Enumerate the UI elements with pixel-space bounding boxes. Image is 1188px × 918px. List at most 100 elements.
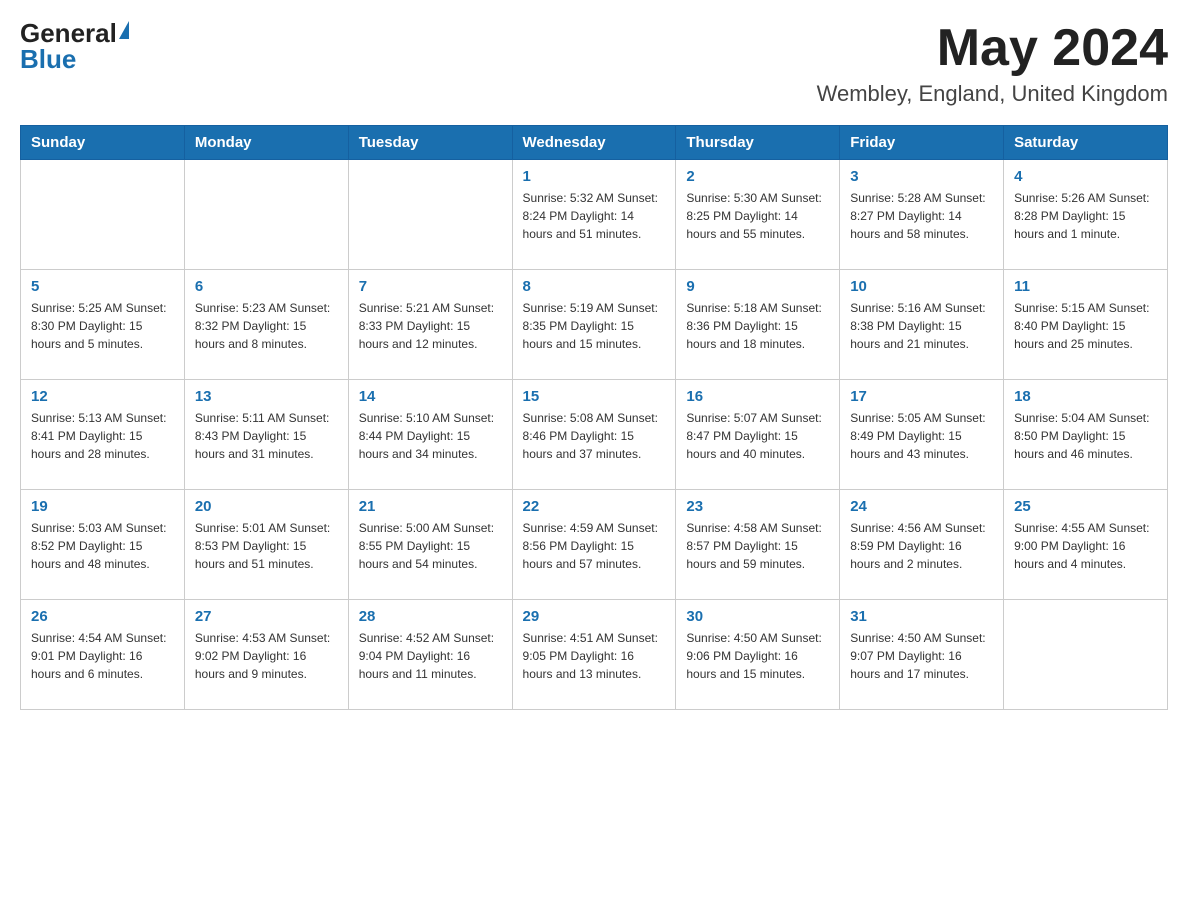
day-info: Sunrise: 5:05 AM Sunset: 8:49 PM Dayligh… bbox=[850, 409, 993, 463]
day-number: 25 bbox=[1014, 498, 1157, 515]
day-number: 15 bbox=[523, 388, 666, 405]
day-info: Sunrise: 5:08 AM Sunset: 8:46 PM Dayligh… bbox=[523, 409, 666, 463]
calendar-cell: 29 Sunrise: 4:51 AM Sunset: 9:05 PM Dayli… bbox=[512, 600, 676, 710]
day-number: 30 bbox=[686, 608, 829, 625]
calendar-cell: 2 Sunrise: 5:30 AM Sunset: 8:25 PM Daylig… bbox=[676, 160, 840, 270]
calendar-cell: 6 Sunrise: 5:23 AM Sunset: 8:32 PM Daylig… bbox=[184, 270, 348, 380]
day-number: 17 bbox=[850, 388, 993, 405]
calendar-cell: 23Sunrise: 4:58 AM Sunset: 8:57 PM Dayli… bbox=[676, 490, 840, 600]
logo-blue-text: Blue bbox=[20, 46, 76, 72]
weekday-header-friday: Friday bbox=[840, 126, 1004, 160]
calendar-cell: 4Sunrise: 5:26 AM Sunset: 8:28 PM Daylig… bbox=[1004, 160, 1168, 270]
day-info: Sunrise: 5:21 AM Sunset: 8:33 PM Dayligh… bbox=[359, 299, 502, 353]
day-number: 31 bbox=[850, 608, 993, 625]
calendar-cell: 7Sunrise: 5:21 AM Sunset: 8:33 PM Daylig… bbox=[348, 270, 512, 380]
calendar-cell: 21 Sunrise: 5:00 AM Sunset: 8:55 PM Dayli… bbox=[348, 490, 512, 600]
day-info: Sunrise: 5:04 AM Sunset: 8:50 PM Dayligh… bbox=[1014, 409, 1157, 463]
day-number: 29 bbox=[523, 608, 666, 625]
calendar-cell bbox=[21, 160, 185, 270]
day-number: 28 bbox=[359, 608, 502, 625]
day-info: Sunrise: 5:23 AM Sunset: 8:32 PM Dayligh… bbox=[195, 299, 338, 353]
calendar-cell: 17 Sunrise: 5:05 AM Sunset: 8:49 PM Dayli… bbox=[840, 380, 1004, 490]
calendar-cell: 5 Sunrise: 5:25 AM Sunset: 8:30 PM Daylig… bbox=[21, 270, 185, 380]
day-info: Sunrise: 5:10 AM Sunset: 8:44 PM Dayligh… bbox=[359, 409, 502, 463]
title-block: May 2024 Wembley, England, United Kingdo… bbox=[817, 20, 1168, 107]
calendar-cell: 10 Sunrise: 5:16 AM Sunset: 8:38 PM Dayli… bbox=[840, 270, 1004, 380]
location-title: Wembley, England, United Kingdom bbox=[817, 81, 1168, 107]
day-info: Sunrise: 5:19 AM Sunset: 8:35 PM Dayligh… bbox=[523, 299, 666, 353]
day-number: 4 bbox=[1014, 168, 1157, 185]
calendar-cell: 25 Sunrise: 4:55 AM Sunset: 9:00 PM Dayli… bbox=[1004, 490, 1168, 600]
day-number: 14 bbox=[359, 388, 502, 405]
calendar-cell: 22 Sunrise: 4:59 AM Sunset: 8:56 PM Dayli… bbox=[512, 490, 676, 600]
day-info: Sunrise: 5:16 AM Sunset: 8:38 PM Dayligh… bbox=[850, 299, 993, 353]
calendar-week-row: 5 Sunrise: 5:25 AM Sunset: 8:30 PM Daylig… bbox=[21, 270, 1168, 380]
logo-triangle-icon bbox=[119, 21, 129, 39]
calendar-cell bbox=[348, 160, 512, 270]
calendar-cell: 31Sunrise: 4:50 AM Sunset: 9:07 PM Dayli… bbox=[840, 600, 1004, 710]
calendar-week-row: 1Sunrise: 5:32 AM Sunset: 8:24 PM Daylig… bbox=[21, 160, 1168, 270]
day-info: Sunrise: 5:13 AM Sunset: 8:41 PM Dayligh… bbox=[31, 409, 174, 463]
day-info: Sunrise: 5:18 AM Sunset: 8:36 PM Dayligh… bbox=[686, 299, 829, 353]
day-info: Sunrise: 5:25 AM Sunset: 8:30 PM Dayligh… bbox=[31, 299, 174, 353]
weekday-header-tuesday: Tuesday bbox=[348, 126, 512, 160]
day-number: 6 bbox=[195, 278, 338, 295]
calendar-week-row: 19 Sunrise: 5:03 AM Sunset: 8:52 PM Dayli… bbox=[21, 490, 1168, 600]
weekday-header-sunday: Sunday bbox=[21, 126, 185, 160]
day-number: 27 bbox=[195, 608, 338, 625]
day-number: 16 bbox=[686, 388, 829, 405]
page-header: General Blue May 2024 Wembley, England, … bbox=[20, 20, 1168, 107]
calendar-cell: 19 Sunrise: 5:03 AM Sunset: 8:52 PM Dayli… bbox=[21, 490, 185, 600]
day-number: 11 bbox=[1014, 278, 1157, 295]
calendar-cell: 20Sunrise: 5:01 AM Sunset: 8:53 PM Dayli… bbox=[184, 490, 348, 600]
calendar-cell bbox=[1004, 600, 1168, 710]
day-number: 22 bbox=[523, 498, 666, 515]
day-number: 9 bbox=[686, 278, 829, 295]
day-number: 1 bbox=[523, 168, 666, 185]
calendar-week-row: 26 Sunrise: 4:54 AM Sunset: 9:01 PM Dayli… bbox=[21, 600, 1168, 710]
day-info: Sunrise: 5:28 AM Sunset: 8:27 PM Dayligh… bbox=[850, 189, 993, 243]
calendar-cell: 11 Sunrise: 5:15 AM Sunset: 8:40 PM Dayli… bbox=[1004, 270, 1168, 380]
day-number: 10 bbox=[850, 278, 993, 295]
calendar-week-row: 12 Sunrise: 5:13 AM Sunset: 8:41 PM Dayli… bbox=[21, 380, 1168, 490]
day-number: 2 bbox=[686, 168, 829, 185]
calendar-cell: 27 Sunrise: 4:53 AM Sunset: 9:02 PM Dayli… bbox=[184, 600, 348, 710]
logo-general-text: General bbox=[20, 20, 117, 46]
calendar-cell: 30 Sunrise: 4:50 AM Sunset: 9:06 PM Dayli… bbox=[676, 600, 840, 710]
calendar-cell: 26 Sunrise: 4:54 AM Sunset: 9:01 PM Dayli… bbox=[21, 600, 185, 710]
day-number: 21 bbox=[359, 498, 502, 515]
day-info: Sunrise: 5:03 AM Sunset: 8:52 PM Dayligh… bbox=[31, 519, 174, 573]
weekday-header-monday: Monday bbox=[184, 126, 348, 160]
calendar-cell: 14 Sunrise: 5:10 AM Sunset: 8:44 PM Dayli… bbox=[348, 380, 512, 490]
calendar-cell: 1Sunrise: 5:32 AM Sunset: 8:24 PM Daylig… bbox=[512, 160, 676, 270]
weekday-header-thursday: Thursday bbox=[676, 126, 840, 160]
calendar-cell bbox=[184, 160, 348, 270]
day-number: 19 bbox=[31, 498, 174, 515]
day-info: Sunrise: 5:00 AM Sunset: 8:55 PM Dayligh… bbox=[359, 519, 502, 573]
day-number: 12 bbox=[31, 388, 174, 405]
day-number: 8 bbox=[523, 278, 666, 295]
day-info: Sunrise: 5:30 AM Sunset: 8:25 PM Dayligh… bbox=[686, 189, 829, 243]
day-info: Sunrise: 4:50 AM Sunset: 9:06 PM Dayligh… bbox=[686, 629, 829, 683]
day-info: Sunrise: 5:01 AM Sunset: 8:53 PM Dayligh… bbox=[195, 519, 338, 573]
day-number: 23 bbox=[686, 498, 829, 515]
day-info: Sunrise: 5:15 AM Sunset: 8:40 PM Dayligh… bbox=[1014, 299, 1157, 353]
calendar-cell: 24Sunrise: 4:56 AM Sunset: 8:59 PM Dayli… bbox=[840, 490, 1004, 600]
day-info: Sunrise: 4:54 AM Sunset: 9:01 PM Dayligh… bbox=[31, 629, 174, 683]
weekday-header-wednesday: Wednesday bbox=[512, 126, 676, 160]
calendar-cell: 3 Sunrise: 5:28 AM Sunset: 8:27 PM Daylig… bbox=[840, 160, 1004, 270]
day-info: Sunrise: 4:53 AM Sunset: 9:02 PM Dayligh… bbox=[195, 629, 338, 683]
calendar-cell: 28 Sunrise: 4:52 AM Sunset: 9:04 PM Dayli… bbox=[348, 600, 512, 710]
calendar-cell: 9 Sunrise: 5:18 AM Sunset: 8:36 PM Daylig… bbox=[676, 270, 840, 380]
day-number: 26 bbox=[31, 608, 174, 625]
day-number: 3 bbox=[850, 168, 993, 185]
day-info: Sunrise: 4:59 AM Sunset: 8:56 PM Dayligh… bbox=[523, 519, 666, 573]
logo: General Blue bbox=[20, 20, 129, 72]
calendar-cell: 8 Sunrise: 5:19 AM Sunset: 8:35 PM Daylig… bbox=[512, 270, 676, 380]
day-info: Sunrise: 4:56 AM Sunset: 8:59 PM Dayligh… bbox=[850, 519, 993, 573]
day-number: 5 bbox=[31, 278, 174, 295]
day-info: Sunrise: 4:52 AM Sunset: 9:04 PM Dayligh… bbox=[359, 629, 502, 683]
day-info: Sunrise: 5:07 AM Sunset: 8:47 PM Dayligh… bbox=[686, 409, 829, 463]
day-info: Sunrise: 4:51 AM Sunset: 9:05 PM Dayligh… bbox=[523, 629, 666, 683]
day-info: Sunrise: 4:55 AM Sunset: 9:00 PM Dayligh… bbox=[1014, 519, 1157, 573]
